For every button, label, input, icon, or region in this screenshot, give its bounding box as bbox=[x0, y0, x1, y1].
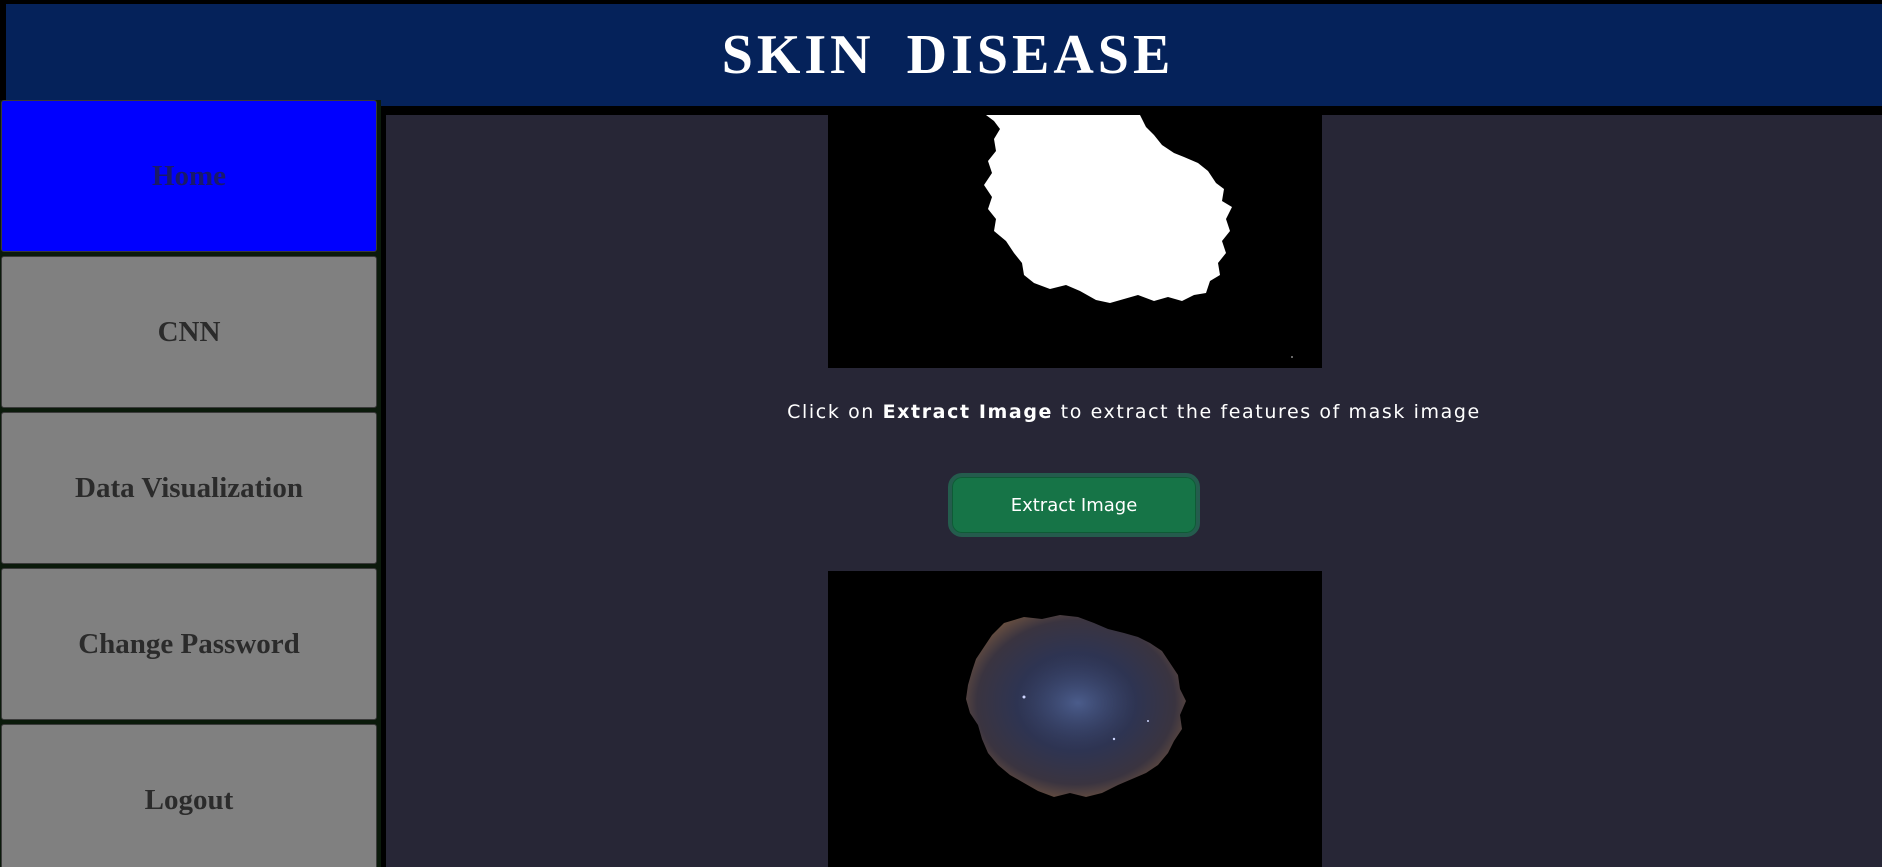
main-content: Click on Extract Image to extract the fe… bbox=[386, 115, 1882, 867]
extract-image-button[interactable]: Extract Image bbox=[948, 473, 1200, 537]
mask-image-graphic bbox=[828, 115, 1322, 368]
sidebar-item-cnn[interactable]: CNN bbox=[1, 256, 377, 408]
app-window: SKIN DISEASE Home CNN Data Visualization… bbox=[0, 0, 1882, 867]
sidebar-item-label: Change Password bbox=[78, 627, 300, 660]
sidebar-item-home[interactable]: Home bbox=[1, 100, 377, 252]
sidebar-item-logout[interactable]: Logout bbox=[1, 724, 377, 867]
sidebar-item-label: Home bbox=[151, 159, 227, 192]
extracted-lesion-image bbox=[828, 571, 1322, 867]
instruction-emphasis: Extract Image bbox=[882, 401, 1054, 423]
mask-image bbox=[828, 115, 1322, 368]
page-title: SKIN DISEASE bbox=[721, 24, 1175, 86]
sidebar-item-label: Data Visualization bbox=[75, 471, 303, 504]
header-bar: SKIN DISEASE bbox=[6, 4, 1882, 106]
instruction-suffix: to extract the features of mask image bbox=[1053, 401, 1481, 423]
sidebar-item-change-password[interactable]: Change Password bbox=[1, 568, 377, 720]
sidebar-item-label: CNN bbox=[157, 315, 221, 348]
sidebar-item-label: Logout bbox=[144, 783, 234, 816]
instruction-text: Click on Extract Image to extract the fe… bbox=[386, 401, 1882, 423]
sidebar: Home CNN Data Visualization Change Passw… bbox=[0, 100, 381, 867]
instruction-prefix: Click on bbox=[787, 401, 883, 423]
extracted-lesion-graphic bbox=[828, 571, 1322, 867]
sidebar-item-data-visualization[interactable]: Data Visualization bbox=[1, 412, 377, 564]
